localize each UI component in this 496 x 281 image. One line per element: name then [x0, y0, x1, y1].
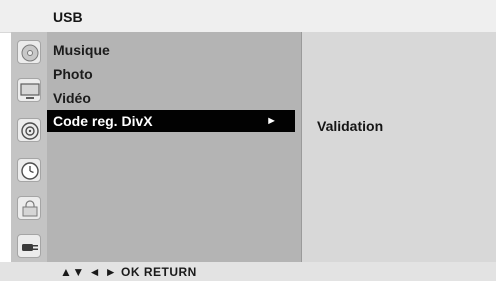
menu-item-label: Code reg. DivX: [53, 113, 153, 129]
submenu-panel: Validation: [301, 32, 496, 262]
screen-icon[interactable]: [17, 78, 41, 102]
lock-icon[interactable]: [17, 196, 41, 220]
submenu-arrow-icon: ►: [266, 115, 277, 127]
menu-item-music[interactable]: Musique: [53, 39, 296, 61]
menu-title: USB: [53, 9, 83, 25]
menu-item-photo[interactable]: Photo: [53, 63, 296, 85]
menu-item-label: Musique: [53, 42, 110, 58]
speaker-icon[interactable]: [17, 118, 41, 142]
menu-item-video[interactable]: Vidéo: [53, 87, 296, 109]
menu-item-label: Photo: [53, 66, 93, 82]
category-icon-column: [11, 32, 47, 262]
plug-icon[interactable]: [17, 234, 41, 258]
main-menu-panel: Musique Photo Vidéo Code reg. DivX ►: [47, 32, 301, 262]
clock-icon[interactable]: [17, 158, 41, 182]
submenu-item-validation[interactable]: Validation: [317, 118, 383, 134]
disc-icon[interactable]: [17, 40, 41, 64]
usb-osd-menu: USB Musique Photo Vidéo Code reg. DivX ►…: [0, 0, 496, 281]
title-bar: USB: [0, 0, 496, 33]
menu-item-divx-reg-code[interactable]: Code reg. DivX ►: [47, 110, 295, 132]
menu-item-label: Vidéo: [53, 90, 91, 106]
navigation-hint: ▲▼ ◄ ► OK RETURN: [60, 265, 197, 279]
navigation-hint-bar: ▲▼ ◄ ► OK RETURN: [0, 262, 496, 281]
